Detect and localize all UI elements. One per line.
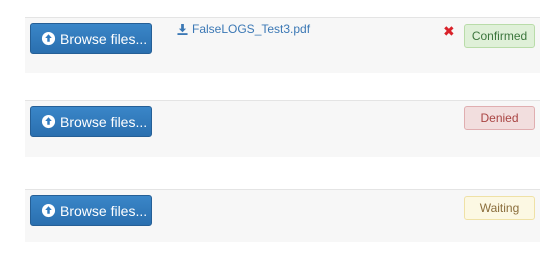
uploaded-file-link[interactable]: FalseLOGS_Test3.pdf: [177, 22, 310, 36]
upload-row: Browse files... Denied: [25, 100, 540, 157]
upload-circle-icon: [41, 31, 56, 46]
status-badge-waiting: Waiting: [464, 196, 535, 220]
close-icon[interactable]: ✖: [443, 24, 455, 38]
upload-circle-icon: [41, 203, 56, 218]
status-label: Confirmed: [471, 29, 528, 43]
browse-files-button[interactable]: Browse files...: [30, 106, 152, 137]
browse-files-label: Browse files...: [60, 30, 148, 47]
upload-circle-icon: [41, 114, 56, 129]
upload-list: Browse files... FalseLOGS_Test3.pdf ✖ Co…: [0, 0, 558, 259]
status-badge-confirmed: Confirmed: [464, 24, 535, 48]
upload-row: Browse files... FalseLOGS_Test3.pdf ✖ Co…: [25, 17, 540, 73]
browse-files-button[interactable]: Browse files...: [30, 23, 152, 54]
browse-files-label: Browse files...: [60, 202, 148, 219]
browse-files-label: Browse files...: [60, 113, 148, 130]
status-label: Denied: [480, 111, 519, 125]
status-label: Waiting: [479, 201, 520, 215]
download-icon: [177, 23, 188, 35]
file-name: FalseLOGS_Test3.pdf: [192, 22, 311, 36]
upload-row: Browse files... Waiting: [25, 189, 540, 242]
status-badge-denied: Denied: [464, 106, 535, 130]
browse-files-button[interactable]: Browse files...: [30, 195, 152, 226]
